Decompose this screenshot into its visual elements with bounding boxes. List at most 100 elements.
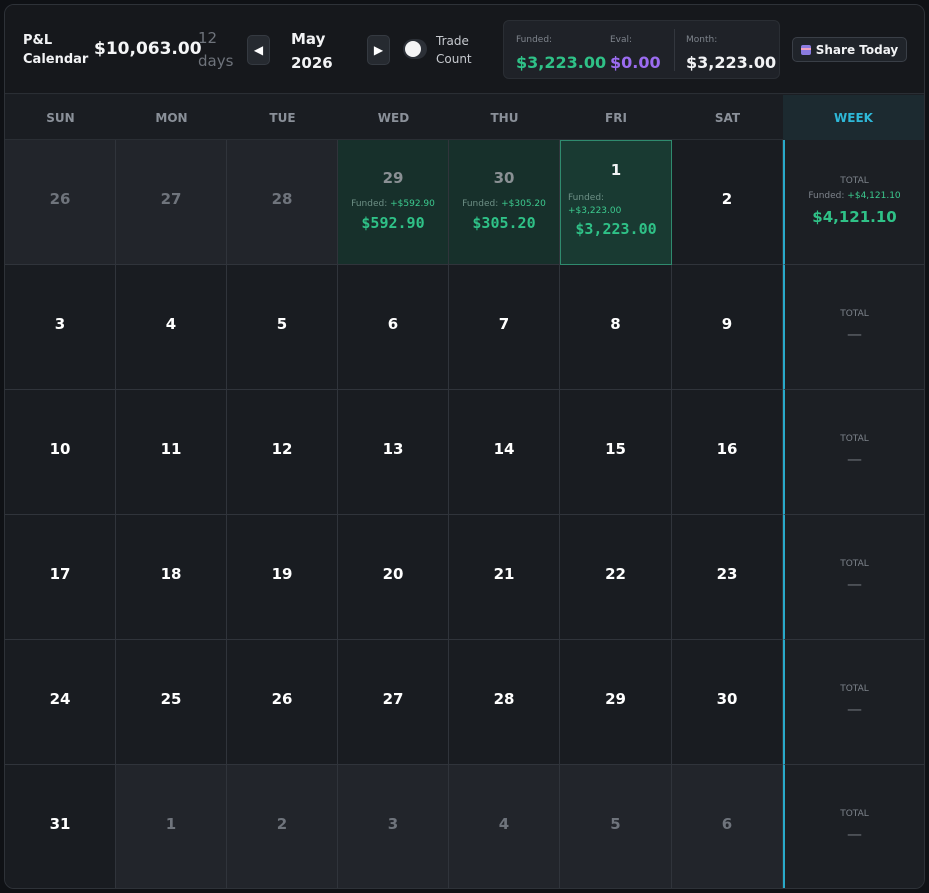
weekday-header-row: SUN MON TUE WED THU FRI SAT WEEK <box>5 95 924 140</box>
day-number: 6 <box>387 315 399 333</box>
day-number: 11 <box>160 440 182 458</box>
day-cell[interactable]: 7 <box>449 265 560 390</box>
day-cell[interactable]: 17 <box>5 515 116 640</box>
day-number: 22 <box>605 565 626 583</box>
day-cell[interactable]: 24 <box>5 640 116 765</box>
day-cell[interactable]: 6 <box>338 265 449 390</box>
day-cell[interactable]: 27 <box>116 140 227 265</box>
day-cell[interactable]: 25 <box>116 640 227 765</box>
day-number: 5 <box>276 315 288 333</box>
day-number: 2 <box>276 815 288 833</box>
day-cell[interactable]: 12 <box>227 390 338 515</box>
day-number: 3 <box>387 815 399 833</box>
day-cell[interactable]: 28 <box>449 640 560 765</box>
weekday-mon: MON <box>155 110 188 125</box>
share-today-button[interactable]: Share Today <box>792 37 907 62</box>
day-cell[interactable]: 30 Funded: +$305.20 $305.20 <box>449 140 560 265</box>
total-pnl: $10,063.00 <box>94 39 202 59</box>
calendar-header: P&L Calendar $10,063.00 12 days ◀ May 20… <box>5 5 924 94</box>
next-month-button[interactable]: ▶ <box>367 35 390 65</box>
day-cell[interactable]: 11 <box>116 390 227 515</box>
day-cell[interactable]: 4 <box>449 765 560 888</box>
day-cell[interactable]: 28 <box>227 140 338 265</box>
day-cell[interactable]: 29 Funded: +$592.90 $592.90 <box>338 140 449 265</box>
day-number: 26 <box>271 690 293 708</box>
day-cell[interactable]: 16 <box>672 390 783 515</box>
prev-month-button[interactable]: ◀ <box>247 35 270 65</box>
day-number: 19 <box>271 565 293 583</box>
day-cell[interactable]: 15 <box>560 390 672 515</box>
week-total-cell: TOTAL — <box>783 765 924 888</box>
day-cell[interactable]: 29 <box>560 640 672 765</box>
stat-divider <box>674 29 675 71</box>
day-cell[interactable]: 22 <box>560 515 672 640</box>
day-cell[interactable]: 19 <box>227 515 338 640</box>
day-cell[interactable]: 1 <box>116 765 227 888</box>
day-cell[interactable]: 31 <box>5 765 116 888</box>
week-total-cell: TOTAL — <box>783 390 924 515</box>
day-cell[interactable]: 1 Funded: +$3,223.00 $3,223.00 <box>560 140 672 265</box>
day-pnl-amount: $592.90 <box>361 214 425 232</box>
day-cell[interactable]: 23 <box>672 515 783 640</box>
day-cell[interactable]: 3 <box>5 265 116 390</box>
day-number: 20 <box>382 565 404 583</box>
weekday-sat: SAT <box>714 110 741 125</box>
day-cell[interactable]: 26 <box>227 640 338 765</box>
day-number: 21 <box>493 565 515 583</box>
day-number: 15 <box>605 440 626 458</box>
day-cell[interactable]: 21 <box>449 515 560 640</box>
week-total-value: — <box>847 825 862 843</box>
day-cell[interactable]: 18 <box>116 515 227 640</box>
day-number: 23 <box>716 565 738 583</box>
day-cell[interactable]: 20 <box>338 515 449 640</box>
week-total-value: $4,121.10 <box>812 208 897 226</box>
day-number: 4 <box>165 315 177 333</box>
day-cell[interactable]: 6 <box>672 765 783 888</box>
day-number: 2 <box>721 190 733 208</box>
day-number: 8 <box>610 315 621 333</box>
week-total-cell: TOTAL Funded: +$4,121.10 $4,121.10 <box>783 140 924 265</box>
day-number: 12 <box>271 440 293 458</box>
day-pnl-amount: $305.20 <box>472 214 536 232</box>
chevron-right-icon: ▶ <box>373 43 384 57</box>
toggle-knob <box>405 41 421 57</box>
day-cell[interactable]: 13 <box>338 390 449 515</box>
day-number: 6 <box>721 815 733 833</box>
day-number: 24 <box>49 690 71 708</box>
day-cell[interactable]: 5 <box>227 265 338 390</box>
day-cell[interactable]: 2 <box>227 765 338 888</box>
week-total-label: TOTAL <box>840 809 869 819</box>
day-cell[interactable]: 4 <box>116 265 227 390</box>
day-cell[interactable]: 27 <box>338 640 449 765</box>
trade-count-toggle[interactable] <box>403 39 427 59</box>
day-pnl-amount: $3,223.00 <box>575 220 657 238</box>
page-title: P&L Calendar <box>23 33 89 67</box>
day-number: 30 <box>716 690 738 708</box>
day-number: 27 <box>382 690 404 708</box>
week-total-cell: TOTAL — <box>783 515 924 640</box>
week-total-value: — <box>847 325 862 343</box>
day-cell[interactable]: 8 <box>560 265 672 390</box>
day-number: 31 <box>49 815 71 833</box>
week-total-label: TOTAL <box>840 434 869 444</box>
day-cell[interactable]: 14 <box>449 390 560 515</box>
day-cell[interactable]: 2 <box>672 140 783 265</box>
day-number: 1 <box>165 815 177 833</box>
day-cell[interactable]: 30 <box>672 640 783 765</box>
day-funded-pnl: Funded: +$592.90 <box>351 199 435 209</box>
day-cell[interactable]: 26 <box>5 140 116 265</box>
day-cell[interactable]: 5 <box>560 765 672 888</box>
day-number: 14 <box>493 440 515 458</box>
day-number: 26 <box>49 190 71 208</box>
day-number: 18 <box>160 565 182 583</box>
day-cell[interactable]: 9 <box>672 265 783 390</box>
day-number: 17 <box>49 565 71 583</box>
day-cell[interactable]: 3 <box>338 765 449 888</box>
day-number: 25 <box>160 690 182 708</box>
week-total-value: — <box>847 575 862 593</box>
day-number: 29 <box>382 169 404 187</box>
day-cell[interactable]: 10 <box>5 390 116 515</box>
day-number: 30 <box>493 169 515 187</box>
day-number: 16 <box>716 440 738 458</box>
week-total-label: TOTAL <box>840 559 869 569</box>
